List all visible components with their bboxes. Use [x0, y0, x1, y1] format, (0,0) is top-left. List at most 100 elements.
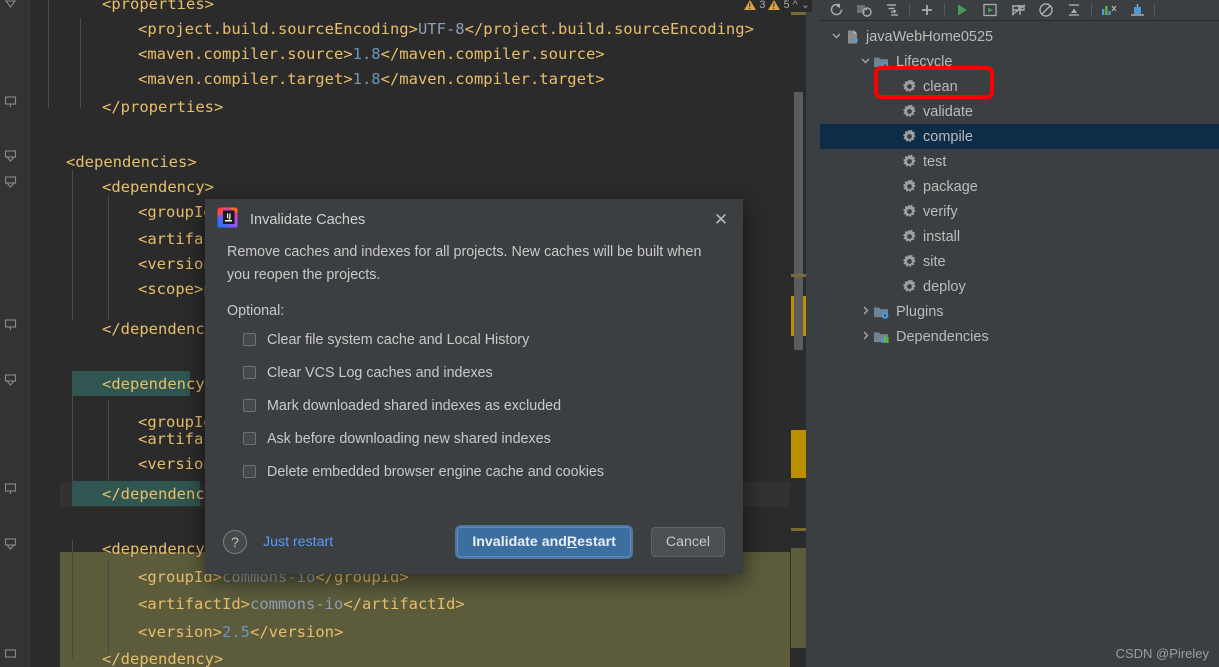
svg-text:m: m [851, 36, 858, 44]
maven-tree-item-install[interactable]: install [820, 224, 1219, 249]
checkbox-3[interactable] [243, 432, 256, 446]
checkbox-row[interactable]: Ask before downloading new shared indexe… [205, 422, 743, 455]
maven-tree-item-label: install [923, 228, 961, 245]
maven-tree-item-project[interactable]: m javaWebHome0525 [820, 24, 1219, 49]
maven-tree-item-test[interactable]: test [820, 149, 1219, 174]
reload-icon[interactable] [822, 0, 850, 20]
lifecycle-folder-icon [873, 54, 890, 70]
offline-mode-icon[interactable] [1032, 0, 1060, 20]
checkbox-label: Delete embedded browser engine cache and… [267, 463, 604, 480]
code-line: </properties> [102, 98, 224, 116]
maven-tree-item-compile[interactable]: compile [820, 124, 1219, 149]
maven-tree-item-lifecycle[interactable]: Lifecycle [820, 49, 1219, 74]
maven-goal-icon [902, 279, 917, 294]
scrollbar-thumb[interactable] [794, 292, 803, 350]
maven-goal-icon [902, 229, 917, 244]
run-icon[interactable] [948, 0, 976, 20]
chevron-up-icon[interactable]: ^ [793, 0, 798, 11]
maven-project-icon: m [844, 29, 860, 45]
dialog-checkbox-list[interactable]: Clear file system cache and Local Histor… [205, 323, 743, 488]
maven-goal-icon [902, 179, 917, 194]
checkbox-row[interactable]: Clear file system cache and Local Histor… [205, 323, 743, 356]
checkbox-label: Clear file system cache and Local Histor… [267, 331, 530, 348]
code-line: <properties> [102, 0, 214, 13]
collapse-all-icon[interactable] [1060, 0, 1088, 20]
maven-tree-item-site[interactable]: site [820, 249, 1219, 274]
checkbox-1[interactable] [243, 366, 256, 380]
maven-goal-icon [902, 104, 917, 119]
chevron-down-icon[interactable]: ⌄ [801, 0, 810, 11]
checkbox-2[interactable] [243, 399, 256, 413]
maven-tree-item-label: site [923, 253, 946, 270]
checkbox-label: Mark downloaded shared indexes as exclud… [267, 397, 562, 414]
checkbox-label: Ask before downloading new shared indexe… [267, 430, 551, 447]
maven-tree-item-deploy[interactable]: deploy [820, 274, 1219, 299]
chevron-right-icon[interactable] [857, 330, 873, 344]
maven-tree-item-label: Dependencies [896, 328, 989, 345]
generate-sources-icon[interactable] [850, 0, 878, 20]
checkbox-4[interactable] [243, 465, 256, 479]
close-icon[interactable]: ✕ [711, 210, 731, 230]
checkbox-row[interactable]: Clear VCS Log caches and indexes [205, 356, 743, 389]
maven-tree-item-label: compile [923, 128, 973, 145]
help-question-icon[interactable]: ? [223, 530, 247, 554]
cancel-button[interactable]: Cancel [650, 527, 725, 557]
chevron-down-icon[interactable] [828, 30, 844, 44]
maven-tree-item-label: validate [923, 103, 973, 120]
scrollbar-thumb[interactable] [794, 92, 803, 292]
inspection-widget[interactable]: 3 5 ^ ⌄ [742, 0, 812, 12]
checkbox-row[interactable]: Mark downloaded shared indexes as exclud… [205, 389, 743, 422]
dialog-description: Remove caches and indexes for all projec… [227, 244, 702, 284]
maven-toolbar[interactable] [820, 0, 1219, 21]
maven-tree-item-clean[interactable]: clean [820, 74, 1219, 99]
warning-count-1: 3 [759, 0, 766, 11]
maven-tree-item-label: deploy [923, 278, 966, 295]
maven-tree-item-dependencies[interactable]: Dependencies [820, 324, 1219, 349]
maven-tree-item-label: test [923, 153, 947, 170]
plugins-folder-icon [873, 304, 890, 320]
maven-tree-item-label: package [923, 178, 978, 195]
just-restart-link[interactable]: Just restart [263, 534, 333, 550]
maven-goal-icon [902, 79, 917, 94]
invalidate-and-restart-button[interactable]: Invalidate and Restart [457, 527, 631, 557]
code-line: <artifactId>commons-io</artifactId> [138, 595, 465, 613]
code-line: <dependency> [102, 540, 214, 558]
dialog-body: Remove caches and indexes for all projec… [205, 241, 743, 488]
checkbox-0[interactable] [243, 333, 256, 347]
warning-triangle-icon [744, 0, 757, 11]
maven-tool-window[interactable]: m javaWebHome0525 Lifecycle clean validate co… [820, 0, 1219, 667]
code-line: <version>2.5</version> [138, 623, 344, 641]
maven-tree-item-package[interactable]: package [820, 174, 1219, 199]
profiles-icon[interactable] [1123, 0, 1151, 20]
code-line: <maven.compiler.target>1.8</maven.compil… [138, 70, 605, 88]
invalidate-caches-dialog[interactable]: IJ Invalidate Caches ✕ Remove caches and… [205, 199, 743, 574]
editor-panel-edge [806, 0, 820, 667]
maven-goal-icon [902, 129, 917, 144]
code-line: </dependency> [102, 650, 224, 667]
dialog-title: Invalidate Caches [250, 212, 366, 228]
maven-tree-item-verify[interactable]: verify [820, 199, 1219, 224]
maven-goal-icon [902, 154, 917, 169]
maven-project-tree[interactable]: m javaWebHome0525 Lifecycle clean validate co… [820, 22, 1219, 667]
dialog-footer: ? Just restart Invalidate and Restart Ca… [205, 510, 743, 574]
warning-count-2: 5 [783, 0, 790, 11]
chevron-right-icon[interactable] [857, 305, 873, 319]
maven-tree-item-plugins[interactable]: Plugins [820, 299, 1219, 324]
chevron-down-icon[interactable] [857, 55, 873, 69]
warning-triangle-icon-2 [768, 0, 781, 11]
svg-text:IJ: IJ [226, 212, 231, 220]
checkbox-row[interactable]: Delete embedded browser engine cache and… [205, 455, 743, 488]
debug-icon[interactable] [976, 0, 1004, 20]
maven-tree-item-label: clean [923, 78, 958, 95]
toolbar-separator [909, 3, 910, 17]
add-maven-project-icon[interactable] [913, 0, 941, 20]
toolbar-separator [944, 3, 945, 17]
skip-tests-icon[interactable] [1004, 0, 1032, 20]
maven-tree-item-label: verify [923, 203, 958, 220]
maven-tree-item-label: Plugins [896, 303, 944, 320]
primary-button-text-after: estart [577, 534, 616, 550]
download-sources-icon[interactable] [878, 0, 906, 20]
intellij-idea-icon: IJ [217, 207, 238, 233]
maven-tree-item-validate[interactable]: validate [820, 99, 1219, 124]
dependency-analyzer-icon[interactable] [1095, 0, 1123, 20]
